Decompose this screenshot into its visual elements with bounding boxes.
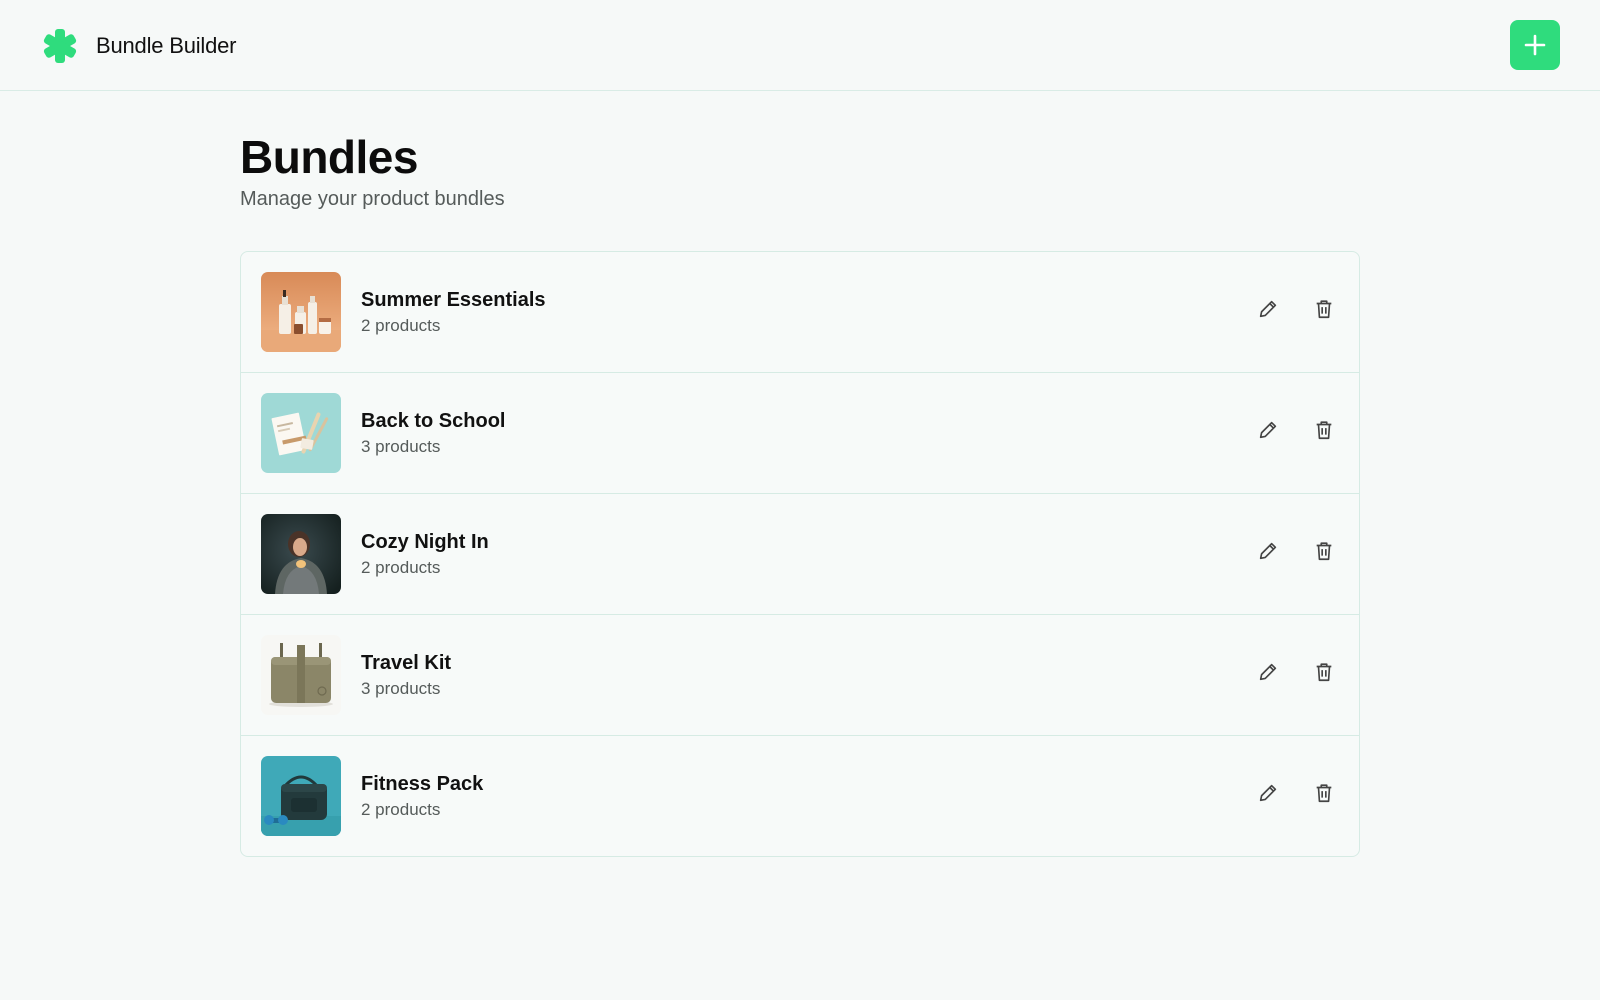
- page-title: Bundles: [240, 131, 418, 183]
- brand[interactable]: Bundle Builder: [42, 28, 236, 64]
- bundle-name: Travel Kit: [361, 652, 452, 674]
- bundle-row[interactable]: Summer Essentials 2 products: [241, 252, 1359, 373]
- stationery-image: [261, 393, 341, 473]
- row-actions: [1255, 417, 1337, 443]
- bundle-row[interactable]: Cozy Night In 2 products: [241, 494, 1359, 615]
- bundle-row[interactable]: Travel Kit 3 products: [241, 615, 1359, 736]
- bundle-product-count: 2 products: [361, 800, 441, 819]
- skincare-bottles-image: [261, 272, 341, 352]
- app-title: Bundle Builder: [96, 33, 237, 58]
- bundle-row[interactable]: Fitness Pack 2 products: [241, 736, 1359, 856]
- delete-button[interactable]: [1311, 538, 1337, 564]
- bundle-info: Travel Kit 3 products: [361, 650, 451, 702]
- edit-button[interactable]: [1255, 417, 1281, 443]
- top-bar: Bundle Builder: [0, 0, 1600, 91]
- delete-button[interactable]: [1311, 659, 1337, 685]
- bundle-info: Cozy Night In 2 products: [361, 529, 489, 581]
- delete-button[interactable]: [1311, 780, 1337, 806]
- bundle-product-count: 3 products: [361, 437, 441, 456]
- delete-button[interactable]: [1311, 296, 1337, 322]
- row-actions: [1255, 780, 1337, 806]
- bundle-row[interactable]: Back to School 3 products: [241, 373, 1359, 494]
- bundle-name: Summer Essentials: [361, 289, 546, 311]
- row-actions: [1255, 538, 1337, 564]
- edit-button[interactable]: [1255, 659, 1281, 685]
- bundle-info: Fitness Pack 2 products: [361, 771, 483, 823]
- add-bundle-button[interactable]: [1510, 20, 1560, 70]
- delete-button[interactable]: [1311, 417, 1337, 443]
- row-actions: [1255, 296, 1337, 322]
- asterisk-logo-icon: [43, 29, 77, 63]
- bundle-name: Fitness Pack: [361, 773, 484, 795]
- bundle-product-count: 2 products: [361, 558, 441, 577]
- edit-button[interactable]: [1255, 780, 1281, 806]
- travel-bag-image: [261, 635, 341, 715]
- trash-icon: [1316, 300, 1332, 319]
- main-content: Bundles Manage your product bundles Summ…: [240, 130, 1360, 857]
- edit-button[interactable]: [1255, 296, 1281, 322]
- bundle-info: Summer Essentials 2 products: [361, 287, 546, 339]
- pencil-icon: [1259, 542, 1277, 560]
- trash-icon: [1316, 663, 1332, 682]
- pencil-icon: [1259, 663, 1277, 681]
- gym-bag-dumbbell-image: [261, 756, 341, 836]
- person-blanket-image: [261, 514, 341, 594]
- bundle-name: Back to School: [361, 410, 506, 432]
- trash-icon: [1316, 542, 1332, 561]
- pencil-icon: [1259, 784, 1277, 802]
- bundle-product-count: 2 products: [361, 316, 441, 335]
- pencil-icon: [1259, 300, 1277, 318]
- row-actions: [1255, 659, 1337, 685]
- bundle-list: Summer Essentials 2 products Back to Sch…: [240, 251, 1360, 857]
- plus-icon: [1524, 34, 1546, 56]
- trash-icon: [1316, 784, 1332, 803]
- bundle-product-count: 3 products: [361, 679, 441, 698]
- bundle-info: Back to School 3 products: [361, 408, 505, 460]
- page-subtitle: Manage your product bundles: [240, 188, 505, 210]
- edit-button[interactable]: [1255, 538, 1281, 564]
- pencil-icon: [1259, 421, 1277, 439]
- bundle-name: Cozy Night In: [361, 531, 489, 553]
- trash-icon: [1316, 421, 1332, 440]
